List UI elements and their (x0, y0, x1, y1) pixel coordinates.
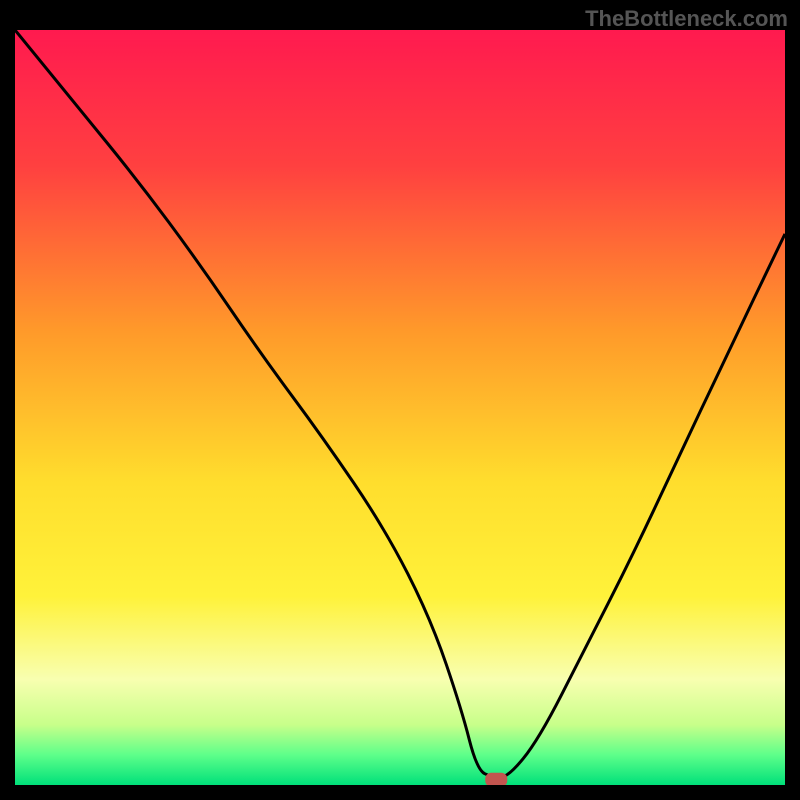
gradient-background (15, 30, 785, 785)
watermark-text: TheBottleneck.com (585, 6, 788, 32)
bottleneck-chart (15, 30, 785, 785)
optimal-point-marker (485, 773, 507, 785)
